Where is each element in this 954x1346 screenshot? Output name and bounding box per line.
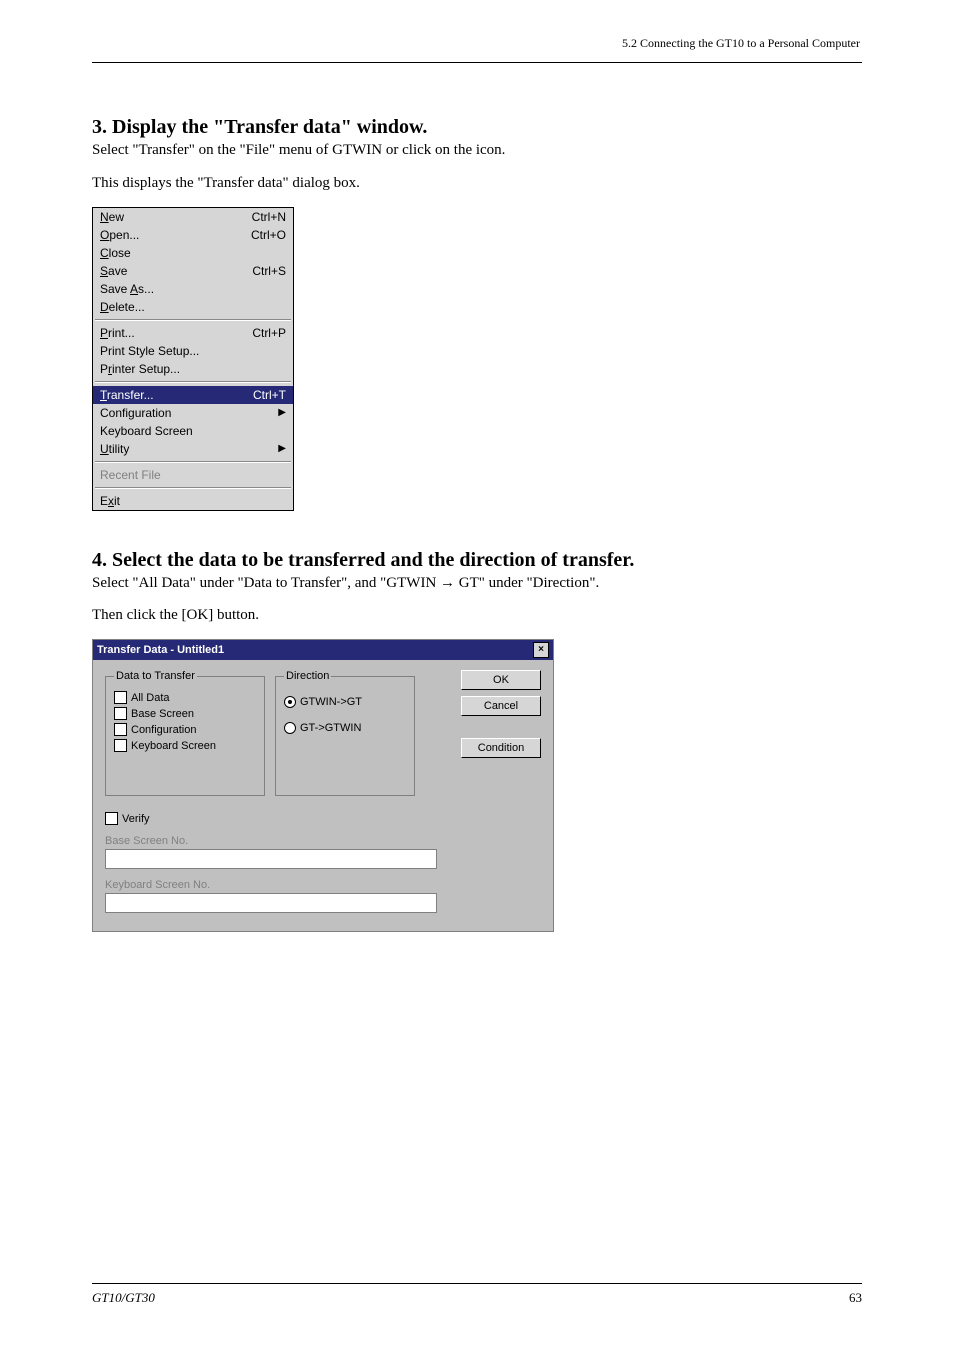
footer-left: GT10/GT30 (92, 1290, 155, 1306)
radio-label: GT->GTWIN (300, 722, 361, 734)
menu-item-close[interactable]: Close (93, 244, 293, 262)
step3-p1: Select "Transfer" on the "File" menu of … (92, 141, 862, 160)
menu-item-utility[interactable]: Utility ▶ (93, 440, 293, 458)
label-keyboard-screen-no: Keyboard Screen No. (105, 879, 541, 891)
submenu-arrow-icon: ▶ (278, 406, 286, 420)
label-base-screen-no: Base Screen No. (105, 835, 541, 847)
close-button[interactable]: × (533, 642, 549, 658)
group-legend: Direction (284, 670, 331, 682)
submenu-arrow-icon: ▶ (278, 442, 286, 456)
cancel-button[interactable]: Cancel (461, 696, 541, 716)
menu-shortcut: Ctrl+N (229, 208, 293, 226)
dialog-title: Transfer Data - Untitled1 (97, 644, 224, 656)
checkbox-label: Configuration (131, 724, 196, 736)
checkbox-label: Keyboard Screen (131, 740, 216, 752)
footer-page-number: 63 (849, 1290, 862, 1306)
menu-item-save-as[interactable]: Save As... (93, 280, 293, 298)
input-base-screen-no[interactable] (105, 849, 437, 869)
close-icon: × (538, 645, 544, 655)
footer-rule (92, 1283, 862, 1284)
step3-p2: This displays the "Transfer data" dialog… (92, 174, 862, 193)
transfer-data-dialog: Transfer Data - Untitled1 × Data to Tran… (92, 639, 554, 932)
header-rule (92, 62, 862, 63)
group-legend: Data to Transfer (114, 670, 197, 682)
checkbox-all-data[interactable]: All Data (114, 691, 256, 704)
checkbox-verify[interactable]: Verify (105, 812, 541, 825)
menu-item-new[interactable]: New Ctrl+N (93, 208, 293, 226)
menu-item-print[interactable]: Print... Ctrl+P (93, 324, 293, 342)
menu-item-recent: Recent File (93, 466, 293, 484)
group-data-to-transfer: Data to Transfer All Data Base Screen Co… (105, 670, 265, 796)
menu-item-keyboard-screen[interactable]: Keyboard Screen (93, 422, 293, 440)
menu-item-exit[interactable]: Exit (93, 492, 293, 510)
checkbox-label: Base Screen (131, 708, 194, 720)
group-direction: Direction GTWIN->GT GT->GTWIN (275, 670, 415, 796)
checkbox-configuration[interactable]: Configuration (114, 723, 256, 736)
menu-item-label: ew (109, 210, 124, 224)
menu-item-save[interactable]: Save Ctrl+S (93, 262, 293, 280)
ok-button[interactable]: OK (461, 670, 541, 690)
file-menu: New Ctrl+N Open... Ctrl+O Close Save Ctr… (92, 207, 294, 511)
menu-item-transfer[interactable]: Transfer... Ctrl+T (93, 386, 293, 404)
checkbox-label: All Data (131, 692, 170, 704)
checkbox-keyboard-screen[interactable]: Keyboard Screen (114, 739, 256, 752)
menu-item-print-style[interactable]: Print Style Setup... (93, 342, 293, 360)
input-keyboard-screen-no[interactable] (105, 893, 437, 913)
menu-item-configuration[interactable]: Configuration ▶ (93, 404, 293, 422)
dialog-titlebar: Transfer Data - Untitled1 × (93, 640, 553, 660)
step4-p2: Then click the [OK] button. (92, 606, 862, 625)
checkbox-base-screen[interactable]: Base Screen (114, 707, 256, 720)
radio-gt-to-gtwin[interactable]: GT->GTWIN (284, 722, 406, 734)
checkbox-label: Verify (122, 813, 150, 825)
checkbox-icon (114, 707, 127, 720)
checkbox-icon (114, 723, 127, 736)
radio-label: GTWIN->GT (300, 696, 362, 708)
step4-heading: 4. Select the data to be transferred and… (92, 549, 862, 572)
checkbox-icon (105, 812, 118, 825)
menu-item-delete[interactable]: Delete... (93, 298, 293, 316)
step4-p1: Select "All Data" under "Data to Transfe… (92, 574, 862, 593)
step3-heading: 3. Display the "Transfer data" window. (92, 116, 862, 139)
checkbox-icon (114, 691, 127, 704)
condition-button[interactable]: Condition (461, 738, 541, 758)
menu-item-open[interactable]: Open... Ctrl+O (93, 226, 293, 244)
menu-item-printer-setup[interactable]: Printer Setup... (93, 360, 293, 378)
radio-gtwin-to-gt[interactable]: GTWIN->GT (284, 696, 406, 708)
header-right: 5.2 Connecting the GT10 to a Personal Co… (622, 36, 860, 51)
radio-icon (284, 696, 296, 708)
radio-icon (284, 722, 296, 734)
checkbox-icon (114, 739, 127, 752)
